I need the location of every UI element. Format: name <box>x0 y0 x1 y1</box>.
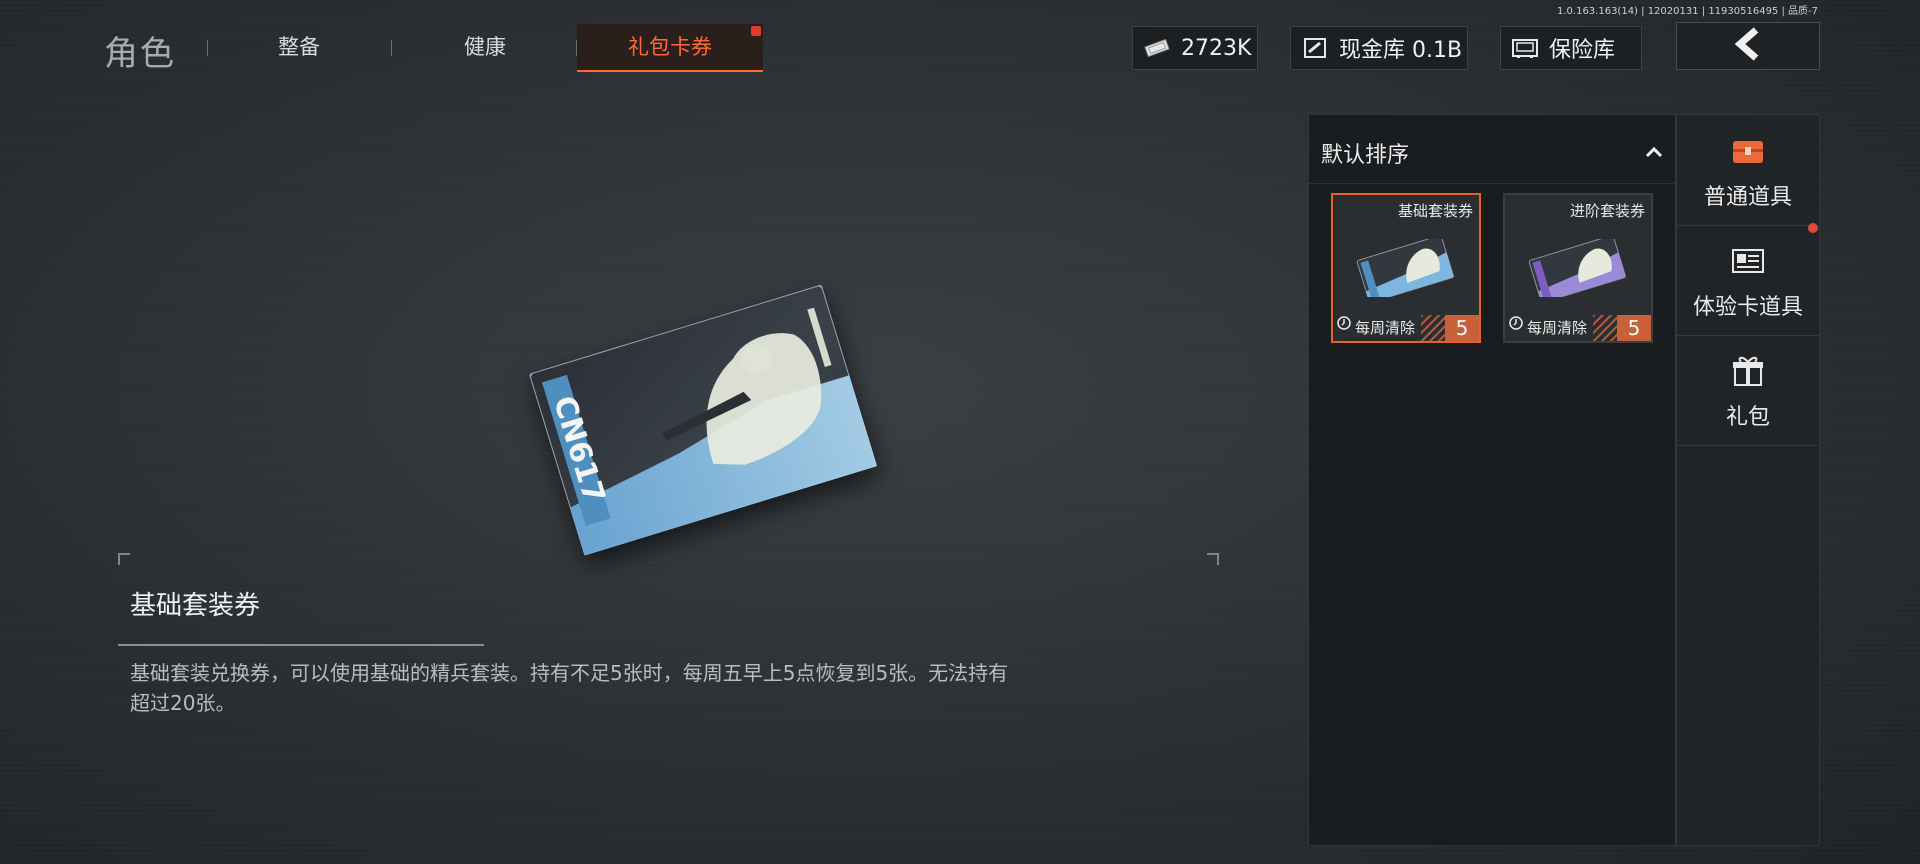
sort-label: 默认排序 <box>1321 143 1410 168</box>
cash-display[interactable]: 2723K <box>1132 26 1258 70</box>
sort-dropdown[interactable]: 默认排序 <box>1309 115 1675 184</box>
item-count: 5 <box>1617 315 1651 341</box>
frame-corner <box>1207 553 1219 565</box>
chest-icon <box>1728 131 1768 171</box>
item-card-footer: 每周清除 5 <box>1505 315 1651 341</box>
item-description: 基础套装兑换券，可以使用基础的精兵套装。持有不足5张时，每周五早上5点恢复到5张… <box>130 661 1009 715</box>
gift-icon <box>1728 351 1768 391</box>
back-button[interactable] <box>1676 22 1820 70</box>
tab-equip[interactable]: 整备 <box>228 24 370 70</box>
item-card-name: 基础套装券 <box>1397 202 1473 220</box>
notification-dot <box>1808 223 1818 233</box>
voucher-card-preview: CN617 <box>529 284 878 556</box>
category-menu: 普通道具 体验卡道具 礼包 <box>1676 114 1820 846</box>
safe-icon <box>1511 37 1539 59</box>
cash-icon <box>1143 37 1171 59</box>
cash-vault-label: 现金库 0.1B <box>1339 38 1463 63</box>
reset-label: 每周清除 <box>1527 319 1588 337</box>
voucher-card-art: CN617 <box>529 284 878 556</box>
tab-health[interactable]: 健康 <box>414 24 556 70</box>
cash-vault-button[interactable]: 现金库 0.1B <box>1290 26 1468 70</box>
clock-icon <box>1336 315 1352 335</box>
category-label: 礼包 <box>1725 405 1770 430</box>
category-general-items[interactable]: 普通道具 <box>1677 115 1819 226</box>
nav-divider <box>391 40 392 56</box>
category-label: 体验卡道具 <box>1692 295 1803 320</box>
page-title: 角色 <box>104 34 176 74</box>
item-thumbnail <box>1528 239 1626 297</box>
item-count: 5 <box>1445 315 1479 341</box>
inventory-panel: 默认排序 基础套装券 每周清除 5 进阶套装券 每周清除 5 <box>1308 114 1676 846</box>
back-arrow-icon <box>1732 27 1764 65</box>
item-thumbnail <box>1356 239 1454 297</box>
item-title: 基础套装券 <box>130 591 261 621</box>
safe-label: 保险库 <box>1549 38 1616 63</box>
item-card-basic-voucher[interactable]: 基础套装券 每周清除 5 <box>1331 193 1481 343</box>
cash-value: 2723K <box>1181 35 1252 61</box>
trial-card-icon <box>1728 241 1768 281</box>
item-card-advanced-voucher[interactable]: 进阶套装券 每周清除 5 <box>1503 193 1653 343</box>
vault-icon <box>1301 37 1329 59</box>
tab-gift-vouchers-label: 礼包卡券 <box>628 35 712 59</box>
category-label: 普通道具 <box>1703 185 1792 210</box>
item-card-footer: 每周清除 5 <box>1333 315 1479 341</box>
frame-corner <box>118 553 130 565</box>
chevron-up-icon <box>1645 143 1663 162</box>
reset-label: 每周清除 <box>1355 319 1416 337</box>
count-hatch <box>1593 315 1617 341</box>
tab-gift-vouchers[interactable]: 礼包卡券 <box>577 24 763 72</box>
top-nav: 角色 整备 健康 礼包卡券 2723K 现金库 0.1B 保险库 <box>0 0 1920 86</box>
category-trial-card-items[interactable]: 体验卡道具 <box>1677 225 1819 336</box>
item-card-name: 进阶套装券 <box>1569 202 1645 220</box>
clock-icon <box>1508 315 1524 335</box>
safe-button[interactable]: 保险库 <box>1500 26 1642 70</box>
count-hatch <box>1421 315 1445 341</box>
category-gift-packs[interactable]: 礼包 <box>1677 335 1819 446</box>
nav-divider <box>207 40 208 56</box>
title-underline <box>118 644 484 646</box>
notification-dot <box>751 26 761 36</box>
